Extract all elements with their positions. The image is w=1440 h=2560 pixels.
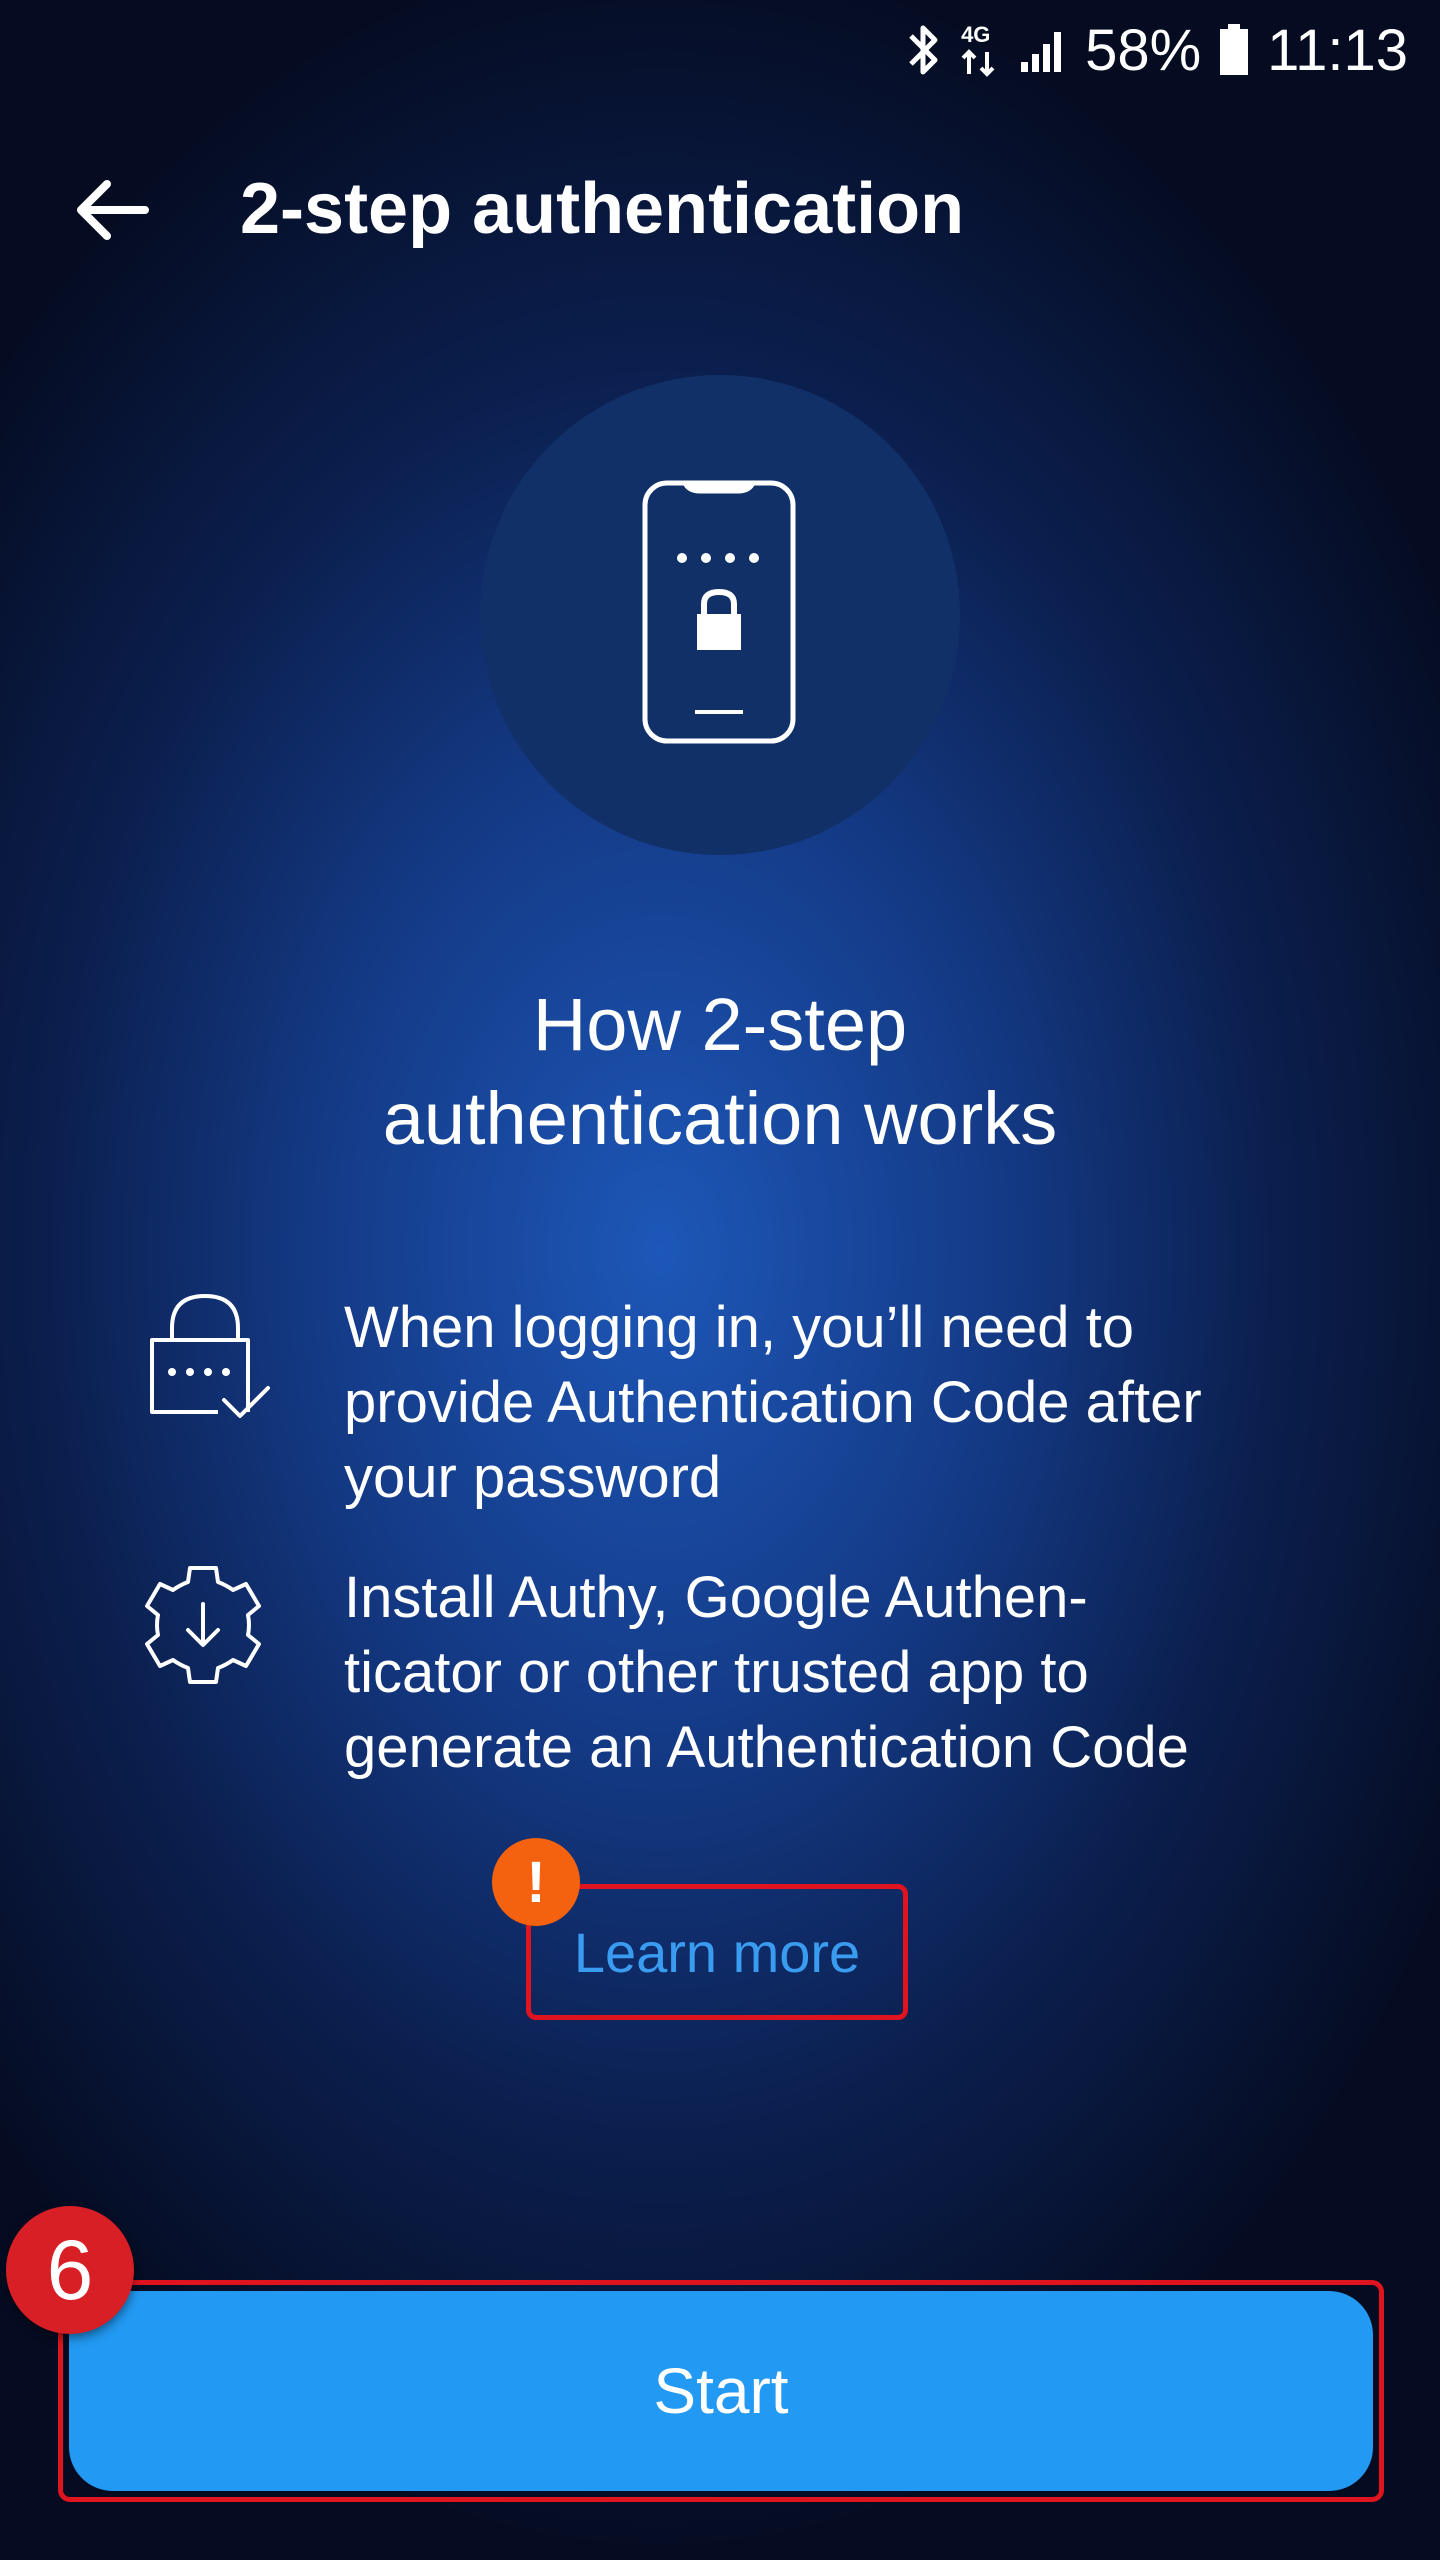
feature-text-line: your password — [344, 1445, 722, 1510]
feature-text: When logging in, you’ll need to provide … — [344, 1290, 1364, 1515]
app-bar: 2-step authentication — [0, 140, 1440, 280]
page-title: 2-step authentication — [240, 169, 965, 249]
feature-item-install-app: Install Authy, Google Authen- ticator or… — [130, 1560, 1330, 1790]
gear-download-icon — [138, 1560, 288, 1710]
hero-illustration — [480, 375, 960, 855]
status-icons: 4G 58% 11:13 — [907, 17, 1408, 83]
status-bar: 4G 58% 11:13 — [0, 0, 1440, 100]
warning-badge: ! — [492, 1838, 580, 1926]
padlock-code-check-icon — [130, 1290, 280, 1440]
feature-text-line: Install Authy, Google Authen- — [344, 1565, 1088, 1630]
start-button[interactable]: Start — [69, 2291, 1373, 2491]
feature-text-line: generate an Authentication Code — [344, 1715, 1189, 1780]
feature-text-line: provide Authentication Code after — [344, 1370, 1202, 1435]
battery-percent: 58% — [1085, 17, 1202, 83]
learn-more-highlight: Learn more — [526, 1884, 908, 2020]
heading-line-2: authentication works — [382, 1077, 1058, 1160]
start-button-highlight: Start — [58, 2280, 1384, 2502]
learn-more-link[interactable]: Learn more — [531, 1889, 903, 2015]
section-heading: How 2-step authentication works — [220, 978, 1220, 1166]
heading-line-1: How 2-step — [532, 983, 908, 1066]
feature-item-login-code: When logging in, you’ll need to provide … — [130, 1290, 1330, 1520]
mobile-data-icon: 4G — [959, 22, 1001, 78]
feature-text-line: ticator or other trusted app to — [344, 1640, 1089, 1705]
bluetooth-icon — [907, 22, 941, 78]
arrow-left-icon — [73, 178, 149, 247]
battery-icon — [1219, 24, 1249, 76]
step-number-badge: 6 — [6, 2206, 134, 2334]
clock: 11:13 — [1267, 17, 1408, 83]
feature-text: Install Authy, Google Authen- ticator or… — [344, 1560, 1364, 1785]
back-button[interactable] — [56, 162, 166, 262]
feature-text-line: When logging in, you’ll need to — [344, 1295, 1134, 1360]
signal-icon — [1019, 26, 1067, 74]
smartphone-lock-icon — [640, 478, 800, 753]
